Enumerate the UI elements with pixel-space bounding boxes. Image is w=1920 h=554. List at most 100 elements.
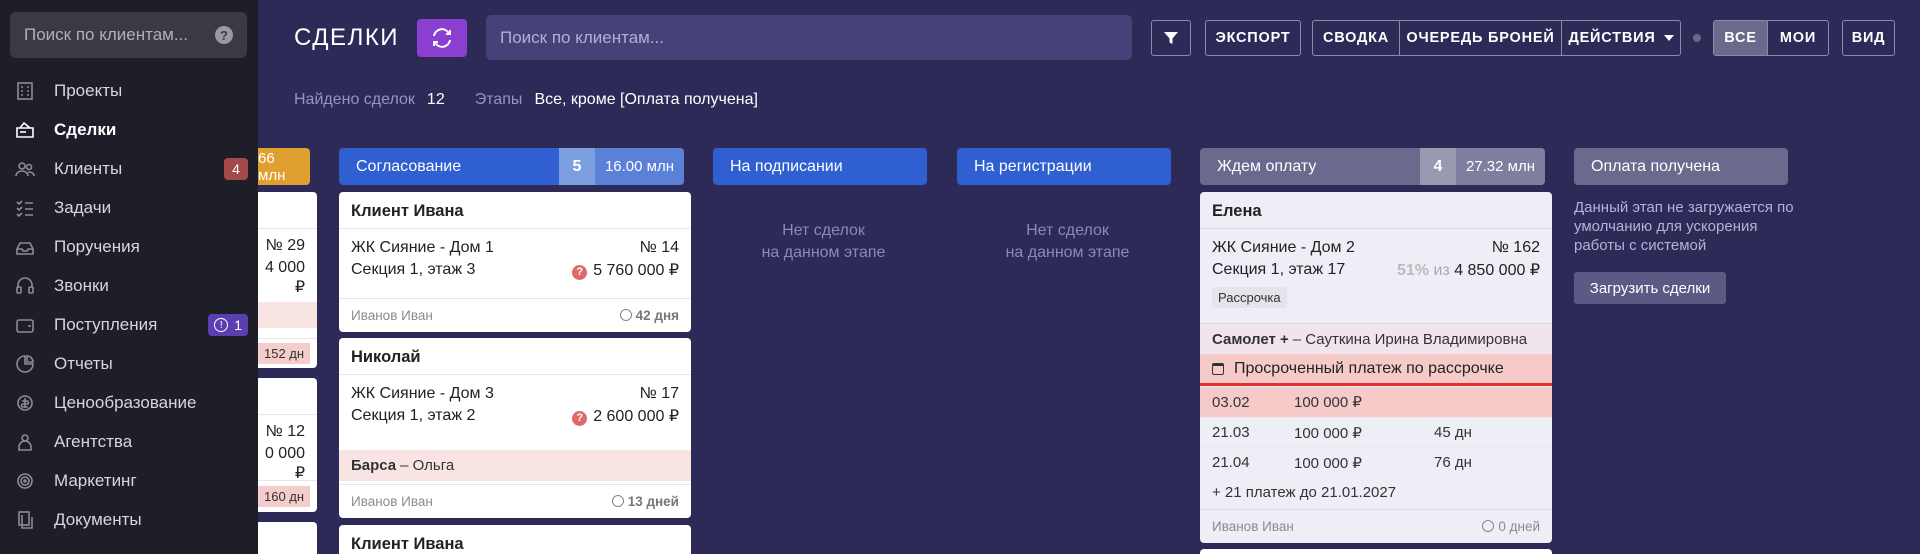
sidebar-item-label: Сделки [54, 119, 117, 139]
partial-card-number: № 29 [265, 237, 305, 254]
deal-card[interactable] [1200, 549, 1552, 554]
sidebar-item-label: Ценообразование [54, 392, 197, 412]
payment-date: 21.04 [1212, 454, 1250, 471]
more-payments-text: + 21 платеж до 21.01.2027 [1212, 484, 1397, 501]
export-button[interactable]: ЭКСПОРТ [1205, 20, 1301, 56]
help-icon[interactable]: ? [215, 26, 233, 44]
page-title: СДЕЛКИ [294, 24, 400, 51]
filter-button[interactable] [1151, 20, 1191, 56]
sidebar: Поиск по клиентам... ? Проекты Сделки Кл… [0, 0, 258, 554]
agency-name: Барса [351, 457, 397, 474]
question-icon: ? [572, 264, 588, 280]
column-name: Оплата получена [1591, 157, 1720, 175]
more-payments[interactable]: + 21 платеж до 21.01.2027 [1200, 477, 1552, 507]
sidebar-item-reports[interactable]: Отчеты [0, 344, 258, 383]
partial-card-number: № 12 [265, 423, 305, 440]
view-actions-group: СВОДКА ОЧЕРЕДЬ БРОНЕЙ ДЕЙСТВИЯ [1312, 20, 1681, 56]
sidebar-item-pricing[interactable]: Ценообразование [0, 383, 258, 422]
actions-dropdown[interactable]: ДЕЙСТВИЯ [1561, 21, 1680, 55]
found-label: Найдено сделок [294, 91, 415, 108]
deal-project: ЖК Сияние - Дом 2 [1212, 239, 1355, 256]
refresh-icon [433, 28, 451, 48]
payment-row: 21.04 100 000 ₽ 76 дн [1200, 447, 1552, 477]
deal-manager: Иванов Иван [1212, 519, 1294, 534]
sidebar-item-label: Клиенты [54, 158, 123, 178]
scope-toggle: ВСЕ МОИ [1713, 20, 1829, 56]
sidebar-item-label: Проекты [54, 80, 123, 100]
deal-section: Секция 1, этаж 3 [351, 261, 476, 278]
view-button[interactable]: ВИД [1842, 20, 1895, 56]
deal-client-name: Клиент Ивана [339, 192, 691, 229]
sidebar-item-receipts[interactable]: Поступления ! 1 [0, 305, 258, 344]
deal-agency: Барса – Ольга [339, 450, 691, 481]
target-icon [14, 470, 36, 492]
sidebar-nav: Проекты Сделки Клиенты 4 Задачи Поручени… [0, 71, 258, 539]
deal-section: Секция 1, этаж 17 [1212, 261, 1346, 278]
stages-value[interactable]: Все, кроме [Оплата получена] [534, 91, 758, 109]
deals-search-input[interactable]: Поиск по клиентам... [486, 15, 1132, 60]
column-header-approval[interactable]: Согласование 5 16.00 млн [339, 148, 684, 185]
sidebar-item-projects[interactable]: Проекты [0, 71, 258, 110]
deal-days: 0 дней [1498, 519, 1540, 534]
partial-card-1[interactable]: № 29 4 000 ₽ 152 дн [258, 192, 317, 368]
clock-icon [619, 309, 632, 321]
column-header-received[interactable]: Оплата получена [1574, 148, 1788, 185]
deals-icon [14, 119, 36, 141]
headset-icon [14, 275, 36, 297]
sidebar-item-clients[interactable]: Клиенты 4 [0, 149, 258, 188]
sidebar-item-documents[interactable]: Документы [0, 500, 258, 539]
sidebar-item-label: Агентства [54, 431, 133, 451]
column-header-signing[interactable]: На подписании [713, 148, 927, 185]
deal-card[interactable]: Николай ЖК Сияние - Дом 3 № 17 Секция 1, … [339, 338, 691, 518]
overdue-text: Просроченный платеж по рассрочке [1234, 359, 1504, 377]
summary-button[interactable]: СВОДКА [1313, 21, 1399, 55]
column-count: 5 [558, 148, 595, 185]
deal-client-name: Николай [339, 338, 691, 375]
deal-manager: Иванов Иван [351, 494, 433, 509]
sidebar-item-marketing[interactable]: Маркетинг [0, 461, 258, 500]
sidebar-item-tasks[interactable]: Задачи [0, 188, 258, 227]
sidebar-search-input[interactable]: Поиск по клиентам... ? [10, 12, 247, 58]
deal-number: № 14 [639, 239, 679, 256]
column-name: На подписании [730, 157, 843, 175]
empty-line-2: на данном этапе [761, 244, 886, 261]
deal-card[interactable]: Клиент Ивана ЖК Сияние - Дом 1 № 14 Секци… [339, 192, 691, 332]
agent-name: – Ольга [400, 457, 455, 474]
agency-icon [14, 431, 36, 453]
deal-card[interactable]: Клиент Ивана [339, 525, 691, 554]
actions-label: ДЕЙСТВИЯ [1568, 30, 1656, 46]
sidebar-item-deals[interactable]: Сделки [0, 110, 258, 149]
sidebar-item-label: Поручения [54, 236, 140, 256]
sidebar-item-label: Задачи [54, 197, 112, 217]
partial-card-2[interactable]: № 12 0 000 ₽ 160 дн [258, 378, 317, 512]
deal-price: 4 850 000 ₽ [1454, 262, 1540, 279]
partial-card-days: 152 дн [258, 343, 311, 364]
column-header-registration[interactable]: На регистрации [957, 148, 1171, 185]
payment-row: 21.03 100 000 ₽ 45 дн [1200, 417, 1552, 447]
column-header-waiting[interactable]: Ждем оплату 4 27.32 млн [1200, 148, 1545, 185]
sidebar-item-calls[interactable]: Звонки [0, 266, 258, 305]
sidebar-item-assignments[interactable]: Поручения [0, 227, 258, 266]
deal-card[interactable]: Елена ЖК Сияние - Дом 2 № 162 Секция 1, э… [1200, 192, 1552, 543]
deals-info: Найдено сделок 12 Этапы Все, кроме [Опла… [294, 91, 788, 109]
empty-line-1: Нет сделок [782, 222, 865, 239]
stage-not-loaded-note: Данный этап не загружается по умолчанию … [1574, 199, 1794, 254]
clients-badge: 4 [224, 158, 248, 180]
deal-price: 5 760 000 ₽ [593, 262, 679, 279]
chevron-down-icon [1663, 35, 1674, 41]
all-toggle[interactable]: ВСЕ [1714, 21, 1767, 55]
column-count: 4 [1419, 148, 1456, 185]
partial-card-price: 4 000 ₽ [264, 259, 305, 296]
receipts-badge-count: 1 [234, 317, 242, 333]
sidebar-item-agencies[interactable]: Агентства [0, 422, 258, 461]
documents-icon [14, 509, 36, 531]
inbox-icon [14, 236, 36, 258]
booking-queue-button[interactable]: ОЧЕРЕДЬ БРОНЕЙ [1399, 21, 1561, 55]
partial-card-3[interactable] [258, 522, 317, 554]
deal-number: № 17 [639, 385, 679, 402]
refresh-button[interactable] [417, 19, 467, 57]
search-placeholder: Поиск по клиентам... [500, 27, 665, 47]
mine-toggle[interactable]: МОИ [1767, 21, 1828, 55]
load-deals-button[interactable]: Загрузить сделки [1574, 272, 1726, 304]
column-name: Ждем оплату [1217, 157, 1317, 175]
